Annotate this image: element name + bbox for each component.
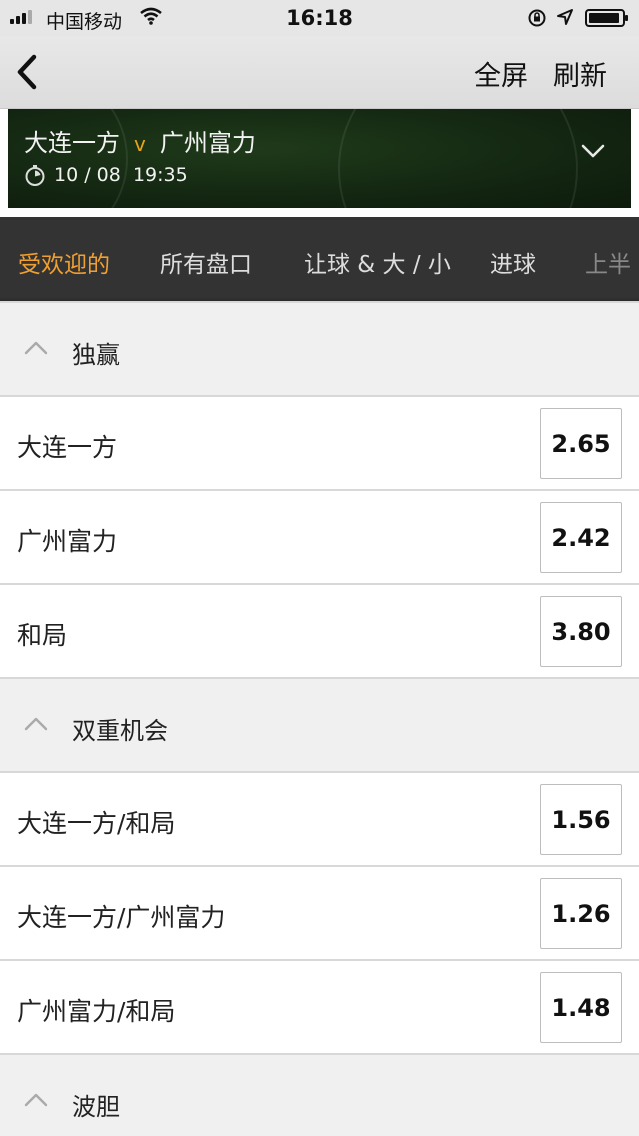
location-arrow-icon (557, 9, 573, 25)
tab-first-half[interactable]: 上半 (585, 245, 631, 279)
match-header-wrapper: 大连一方 v 广州富力 10 / 08 19:35 (0, 109, 639, 217)
market-tabs: 受欢迎的 所有盘口 让球 & 大 / 小 进球 上半 (0, 217, 639, 301)
section-header-match-winner[interactable]: 独赢 (0, 301, 639, 395)
section-header-double-chance[interactable]: 双重机会 (0, 677, 639, 771)
tab-handicap-over-under[interactable]: 让球 & 大 / 小 (304, 245, 451, 279)
selection-name: 大连一方/广州富力 (17, 903, 226, 932)
selection-name: 大连一方 (17, 433, 118, 462)
match-date: 10 / 08 (54, 164, 121, 186)
navigation-bar: 全屏 刷新 (0, 36, 639, 109)
section-header-correct-score[interactable]: 波胆 (0, 1053, 639, 1136)
chevron-up-icon (24, 717, 48, 731)
match-header[interactable]: 大连一方 v 广州富力 10 / 08 19:35 (8, 109, 631, 208)
tab-popular[interactable]: 受欢迎的 (18, 245, 110, 279)
odds-button[interactable]: 3.80 (540, 596, 622, 667)
list-item[interactable]: 大连一方/和局 1.56 (0, 771, 639, 865)
away-team: 广州富力 (159, 129, 256, 157)
home-team: 大连一方 (24, 129, 120, 157)
selection-name: 大连一方/和局 (17, 809, 176, 838)
chevron-up-icon (24, 341, 48, 355)
tab-goals[interactable]: 进球 (490, 245, 536, 279)
list-item[interactable]: 广州富力/和局 1.48 (0, 959, 639, 1053)
odds-button[interactable]: 2.42 (540, 502, 622, 573)
chevron-up-icon (24, 1093, 48, 1107)
pitch-decoration (338, 109, 578, 208)
section-title: 双重机会 (72, 717, 168, 745)
list-item[interactable]: 大连一方/广州富力 1.26 (0, 865, 639, 959)
selection-name: 广州富力/和局 (17, 997, 176, 1026)
section-title: 波胆 (72, 1093, 120, 1121)
status-bar: 中国移动 16:18 (0, 0, 639, 36)
match-datetime: 10 / 08 19:35 (54, 164, 188, 186)
odds-button[interactable]: 1.56 (540, 784, 622, 855)
versus-label: v (134, 132, 146, 156)
odds-button[interactable]: 1.26 (540, 878, 622, 949)
orientation-lock-icon (528, 9, 546, 27)
odds-button[interactable]: 2.65 (540, 408, 622, 479)
tab-all-markets[interactable]: 所有盘口 (160, 245, 252, 279)
selection-name: 和局 (17, 621, 68, 650)
odds-button[interactable]: 1.48 (540, 972, 622, 1043)
fullscreen-button[interactable]: 全屏 (474, 54, 528, 93)
market-list: 独赢 大连一方 2.65 广州富力 2.42 和局 3.80 双重机会 大连一方… (0, 301, 639, 1136)
section-title: 独赢 (72, 341, 120, 369)
stopwatch-icon (25, 165, 45, 186)
match-teams: 大连一方 v 广州富力 (24, 123, 256, 158)
battery-icon (585, 9, 628, 27)
chevron-down-icon[interactable] (581, 143, 605, 159)
refresh-button[interactable]: 刷新 (553, 54, 607, 93)
back-chevron-icon[interactable] (12, 52, 42, 92)
list-item[interactable]: 广州富力 2.42 (0, 489, 639, 583)
selection-name: 广州富力 (17, 527, 118, 556)
list-item[interactable]: 大连一方 2.65 (0, 395, 639, 489)
list-item[interactable]: 和局 3.80 (0, 583, 639, 677)
match-time: 19:35 (132, 164, 188, 186)
